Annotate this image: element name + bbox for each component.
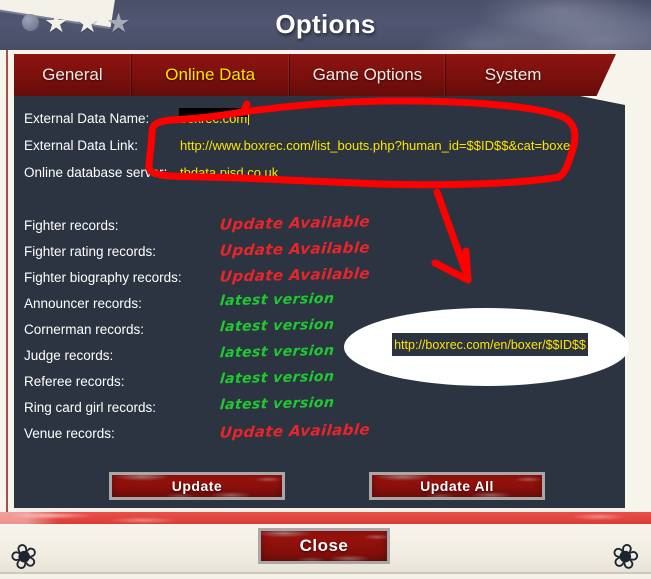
input-online-database-server[interactable]: tbdata.pisd.co.uk xyxy=(180,165,278,180)
update-button-label: Update xyxy=(171,478,223,494)
update-button[interactable]: Update xyxy=(109,472,285,500)
tab-online-data[interactable]: Online Data xyxy=(132,54,290,96)
tab-game-options[interactable]: Game Options xyxy=(290,54,447,96)
footer-mark-right-icon: ❀ xyxy=(606,535,643,579)
tab-zone: General Online Data Game Options System xyxy=(0,50,651,96)
update-all-button-label: Update All xyxy=(420,478,494,494)
update-all-button[interactable]: Update All xyxy=(369,472,545,500)
title-bar: ★ ★ ★ Options xyxy=(0,0,651,50)
record-status: latest version xyxy=(219,316,335,336)
label-online-database-server: Online database server: xyxy=(24,165,168,180)
input-external-data-link[interactable]: http://www.boxrec.com/list_bouts.php?hum… xyxy=(180,138,575,153)
record-status: latest version xyxy=(219,342,335,362)
window-title: Options xyxy=(275,9,376,39)
record-status: Update Available xyxy=(219,264,371,286)
text-selection-highlight xyxy=(179,108,249,117)
close-button[interactable]: Close xyxy=(258,528,390,564)
annotation-callout-url-box: http://boxrec.com/en/boxer/$$ID$$ xyxy=(392,333,588,356)
record-label: Fighter rating records: xyxy=(24,244,157,259)
record-label: Fighter records: xyxy=(24,218,119,233)
record-label: Referee records: xyxy=(24,374,125,389)
options-dialog: ★ ★ ★ Options General Online Data Game O… xyxy=(0,0,651,579)
tab-bar: General Online Data Game Options System xyxy=(14,54,580,96)
label-external-data-link: External Data Link: xyxy=(24,138,139,153)
record-label: Announcer records: xyxy=(24,296,142,311)
record-status: Update Available xyxy=(219,212,371,234)
record-label: Ring card girl records: xyxy=(24,400,157,415)
record-label: Venue records: xyxy=(24,426,115,441)
left-rail xyxy=(0,50,14,512)
annotation-callout-url: http://boxrec.com/en/boxer/$$ID$$ xyxy=(394,337,586,352)
tab-bar-slant-edge xyxy=(580,54,616,96)
record-status: latest version xyxy=(219,290,335,310)
record-status: Update Available xyxy=(219,420,371,442)
input-external-data-name[interactable]: boxrec.com xyxy=(179,108,250,128)
left-rail-accent-line xyxy=(6,50,8,512)
record-row-venue: Venue records: Update Available xyxy=(24,420,584,452)
close-button-label: Close xyxy=(299,536,349,555)
record-status: latest version xyxy=(219,394,335,414)
record-label: Judge records: xyxy=(24,348,114,363)
record-label: Fighter biography records: xyxy=(24,270,182,285)
record-status: Update Available xyxy=(219,238,371,260)
text-caret xyxy=(248,112,250,125)
tab-general[interactable]: General xyxy=(14,54,132,96)
footer-stripe xyxy=(0,512,651,524)
record-status: latest version xyxy=(219,368,335,388)
tab-system[interactable]: System xyxy=(446,54,580,96)
right-rail xyxy=(625,50,651,512)
footer-mark-left-icon: ❀ xyxy=(5,535,43,579)
record-label: Cornerman records: xyxy=(24,322,145,337)
label-external-data-name: External Data Name: xyxy=(24,111,150,126)
